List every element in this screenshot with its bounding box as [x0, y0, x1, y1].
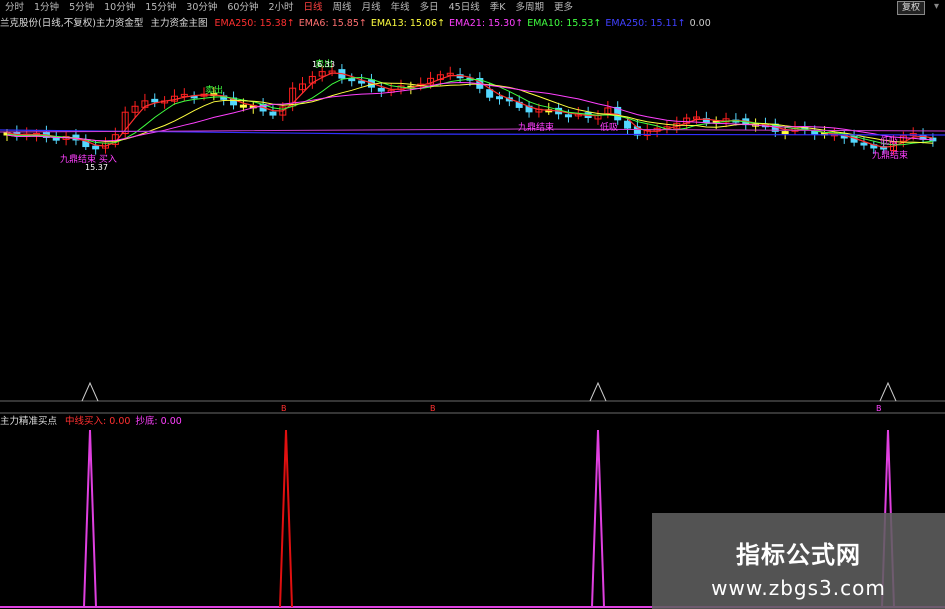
lower-indicator-name[interactable]: 主力精准买点 [0, 416, 57, 427]
signal-label: 九鼎结束 [518, 121, 554, 133]
sell-label: 卖出 [205, 84, 223, 96]
buy-signal-label: 九鼎结束 买入 [60, 153, 117, 165]
candle-body [269, 111, 277, 116]
signal-label: 九鼎结束 [872, 149, 908, 161]
candle-body [92, 145, 100, 150]
signal-marker: B [281, 404, 287, 413]
candle-body [486, 89, 494, 98]
signal-marker: B [876, 404, 882, 413]
signal-spike [83, 429, 97, 608]
site-watermark: 指标公式网 www.zbgs3.com [652, 513, 945, 609]
candle-body [624, 120, 632, 129]
watermark-url: www.zbgs3.com [711, 576, 886, 600]
lower-legend-value: 中线买入: 0.00 [65, 416, 131, 427]
signal-spike [279, 429, 293, 608]
peak-marker [879, 381, 897, 402]
candle-body [860, 142, 868, 146]
candle-body [52, 137, 60, 141]
signal-label: 低吸 [880, 135, 898, 147]
candle-body [496, 96, 503, 100]
peak-marker [81, 381, 99, 402]
lower-legend-value: 抄底: 0.00 [135, 416, 182, 427]
candle-body [348, 78, 356, 82]
lower-indicator-legend: 主力精准买点 中线买入: 0.00 抄底: 0.00 [0, 415, 192, 428]
signal-label: 低吸 [600, 121, 618, 133]
candle-body [564, 114, 572, 118]
candle-body [151, 98, 159, 103]
candle-body [377, 87, 385, 92]
lower-legend-items: 中线买入: 0.00 抄底: 0.00 [65, 416, 187, 427]
price-high-label: 16.33 [312, 60, 335, 69]
peak-marker [589, 381, 607, 402]
candle-body [781, 131, 789, 135]
candle-body [239, 104, 247, 108]
signal-spike [591, 429, 605, 608]
signal-marker: B [430, 404, 436, 413]
watermark-title: 指标公式网 [736, 541, 861, 569]
candle-body [358, 80, 366, 84]
